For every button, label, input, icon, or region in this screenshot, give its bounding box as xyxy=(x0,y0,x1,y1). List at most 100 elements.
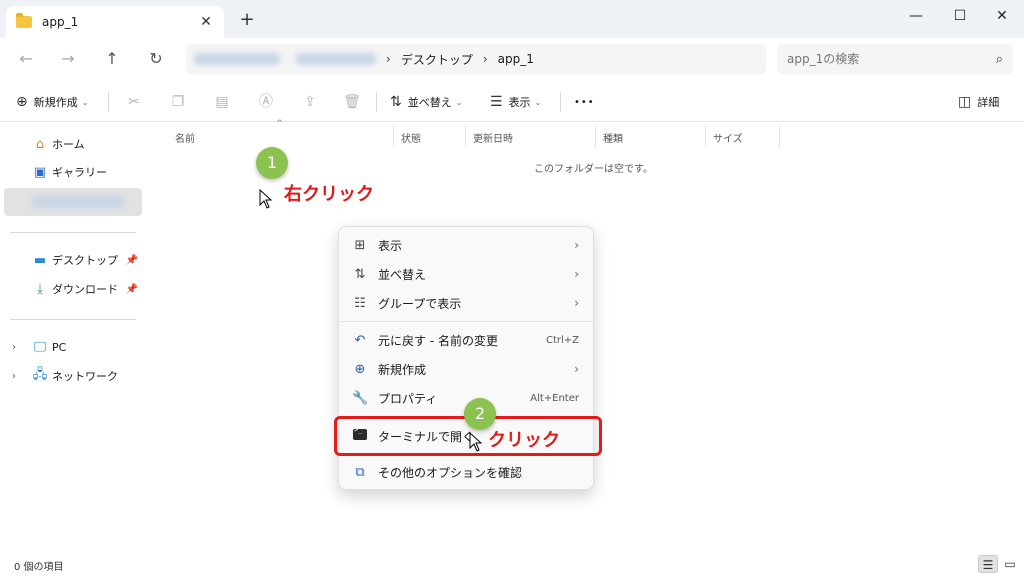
menu-item-group-by[interactable]: ☷ グループで表示 › xyxy=(345,289,589,317)
back-button[interactable]: ← xyxy=(14,47,38,71)
sidebar-item-downloads[interactable]: ⤓ ダウンロード 📌 xyxy=(4,275,142,303)
sidebar-item-user-folder[interactable] xyxy=(4,188,142,216)
sidebar-item-network[interactable]: 🖧 ネットワーク xyxy=(4,362,142,390)
address-row: ← → ↑ ↻ › デスクトップ › app_1 ⌕ xyxy=(0,38,1024,80)
search-input[interactable] xyxy=(787,52,996,66)
menu-item-undo-rename[interactable]: ↶ 元に戻す - 名前の変更 Ctrl+Z xyxy=(345,326,589,354)
chevron-right-icon: › xyxy=(574,238,579,252)
close-tab-icon[interactable]: ✕ xyxy=(198,14,214,30)
pin-icon[interactable]: 📌 xyxy=(126,255,138,266)
sidebar-item-label: ホーム xyxy=(52,138,85,151)
sidebar-item-label: ギャラリー xyxy=(52,166,107,179)
tab-app-1[interactable]: app_1 ✕ xyxy=(6,6,224,38)
details-button[interactable]: ◫ 詳細 xyxy=(958,91,999,113)
menu-item-label: 新規作成 xyxy=(378,362,427,377)
menu-item-label: 元に戻す - 名前の変更 xyxy=(378,333,498,348)
menu-item-new[interactable]: ⊕ 新規作成 › xyxy=(345,355,589,383)
title-bar: app_1 ✕ + — ☐ ✕ xyxy=(0,0,1024,38)
chevron-down-icon: ⌄ xyxy=(534,97,542,107)
rename-icon[interactable]: Ⓐ xyxy=(256,92,276,112)
minimize-button[interactable]: — xyxy=(896,3,936,29)
sidebar-item-label: ネットワーク xyxy=(52,370,118,383)
new-button[interactable]: ⊕ 新規作成 ⌄ xyxy=(16,91,88,113)
menu-item-show-more-options[interactable]: ⧉ その他のオプションを確認 xyxy=(345,458,589,486)
navigation-pane: ⌂ ホーム ▣ ギャラリー ▬ デスクトップ 📌 ⤓ ダウンロード 📌 › 🖵 … xyxy=(0,122,146,552)
cut-icon[interactable]: ✂ xyxy=(124,92,144,112)
breadcrumb-app-1[interactable]: app_1 xyxy=(498,52,534,66)
plus-circle-icon: ⊕ xyxy=(16,94,28,110)
maximize-button[interactable]: ☐ xyxy=(940,3,980,29)
menu-item-label: グループで表示 xyxy=(378,296,462,311)
tab-title: app_1 xyxy=(42,15,79,29)
new-tab-button[interactable]: + xyxy=(238,11,256,29)
column-header-type[interactable]: 種類 xyxy=(603,128,623,146)
mouse-cursor-icon xyxy=(259,189,273,209)
chevron-down-icon: ⌄ xyxy=(81,97,89,107)
sidebar-item-home[interactable]: ⌂ ホーム xyxy=(4,130,142,158)
column-divider[interactable] xyxy=(595,126,596,148)
file-explorer-window: app_1 ✕ + — ☐ ✕ ← → ↑ ↻ › デスクトップ › app_1… xyxy=(0,0,1024,577)
details-pane-icon: ◫ xyxy=(958,94,972,110)
view-button[interactable]: ☰ 表示 ⌄ xyxy=(490,91,541,113)
delete-icon[interactable]: 🗑 xyxy=(342,92,362,112)
menu-item-label: その他のオプションを確認 xyxy=(378,465,523,480)
menu-item-sort[interactable]: ⇅ 並べ替え › xyxy=(345,260,589,288)
search-box[interactable]: ⌕ xyxy=(777,44,1013,74)
sidebar-item-pc[interactable]: 🖵 PC xyxy=(4,333,142,361)
details-label: 詳細 xyxy=(977,96,1000,109)
redacted-crumb xyxy=(296,53,376,65)
details-view-button[interactable]: ☰ xyxy=(978,555,998,573)
share-icon[interactable]: ⇪ xyxy=(300,92,320,112)
sort-label: 並べ替え xyxy=(407,96,452,109)
view-label: 表示 xyxy=(508,96,531,109)
divider xyxy=(108,92,109,112)
desktop-icon: ▬ xyxy=(33,252,47,268)
column-divider[interactable] xyxy=(779,126,780,148)
column-header-modified[interactable]: 更新日時 xyxy=(473,128,513,146)
empty-folder-message: このフォルダーは空です。 xyxy=(534,164,653,175)
sort-icon: ⇅ xyxy=(390,94,402,110)
chevron-down-icon: ⌄ xyxy=(455,97,463,107)
column-divider[interactable] xyxy=(465,126,466,148)
sidebar-item-gallery[interactable]: ▣ ギャラリー xyxy=(4,158,142,186)
column-divider[interactable] xyxy=(393,126,394,148)
column-header-status[interactable]: 状態 xyxy=(401,128,421,146)
chevron-right-icon: › xyxy=(574,267,579,281)
chevron-right-icon: › xyxy=(574,296,579,310)
sort-ascending-icon: ^ xyxy=(276,119,284,129)
wrench-icon: 🔧 xyxy=(352,390,369,406)
item-count: 0 個の項目 xyxy=(14,562,64,573)
column-header-name[interactable]: 名前 xyxy=(175,128,195,146)
sort-button[interactable]: ⇅ 並べ替え ⌄ xyxy=(390,91,462,113)
group-icon: ☷ xyxy=(354,295,366,311)
tiles-view-button[interactable]: ▭ xyxy=(1000,555,1020,573)
menu-divider xyxy=(339,321,593,322)
list-view-icon: ☰ xyxy=(490,94,503,110)
new-icon: ⊕ xyxy=(354,361,366,377)
column-header-size[interactable]: サイズ xyxy=(713,128,743,146)
sidebar-item-label: PC xyxy=(52,340,67,354)
menu-item-view[interactable]: ⊞ 表示 › xyxy=(345,231,589,259)
gallery-icon: ▣ xyxy=(33,164,47,180)
mouse-cursor-icon xyxy=(469,432,483,452)
sidebar-item-label: ダウンロード xyxy=(52,283,118,296)
divider xyxy=(10,319,136,320)
refresh-button[interactable]: ↻ xyxy=(144,47,168,71)
copy-icon[interactable]: ❐ xyxy=(168,92,188,112)
pin-icon[interactable]: 📌 xyxy=(126,284,138,295)
sidebar-item-label: デスクトップ xyxy=(52,254,118,267)
divider xyxy=(10,232,136,233)
undo-icon: ↶ xyxy=(354,332,366,348)
step-2-instruction: クリック xyxy=(488,430,560,451)
sort-icon: ⇅ xyxy=(354,266,366,282)
more-options-icon: ⧉ xyxy=(355,464,365,480)
more-options-button[interactable]: ••• xyxy=(574,91,595,113)
address-bar[interactable]: › デスクトップ › app_1 xyxy=(186,44,766,74)
sidebar-item-desktop[interactable]: ▬ デスクトップ 📌 xyxy=(4,246,142,274)
column-divider[interactable] xyxy=(705,126,706,148)
paste-icon[interactable]: ▤ xyxy=(212,92,232,112)
breadcrumb-desktop[interactable]: デスクトップ xyxy=(401,51,473,68)
up-button[interactable]: ↑ xyxy=(100,47,124,71)
forward-button[interactable]: → xyxy=(56,47,80,71)
close-window-button[interactable]: ✕ xyxy=(982,3,1022,29)
